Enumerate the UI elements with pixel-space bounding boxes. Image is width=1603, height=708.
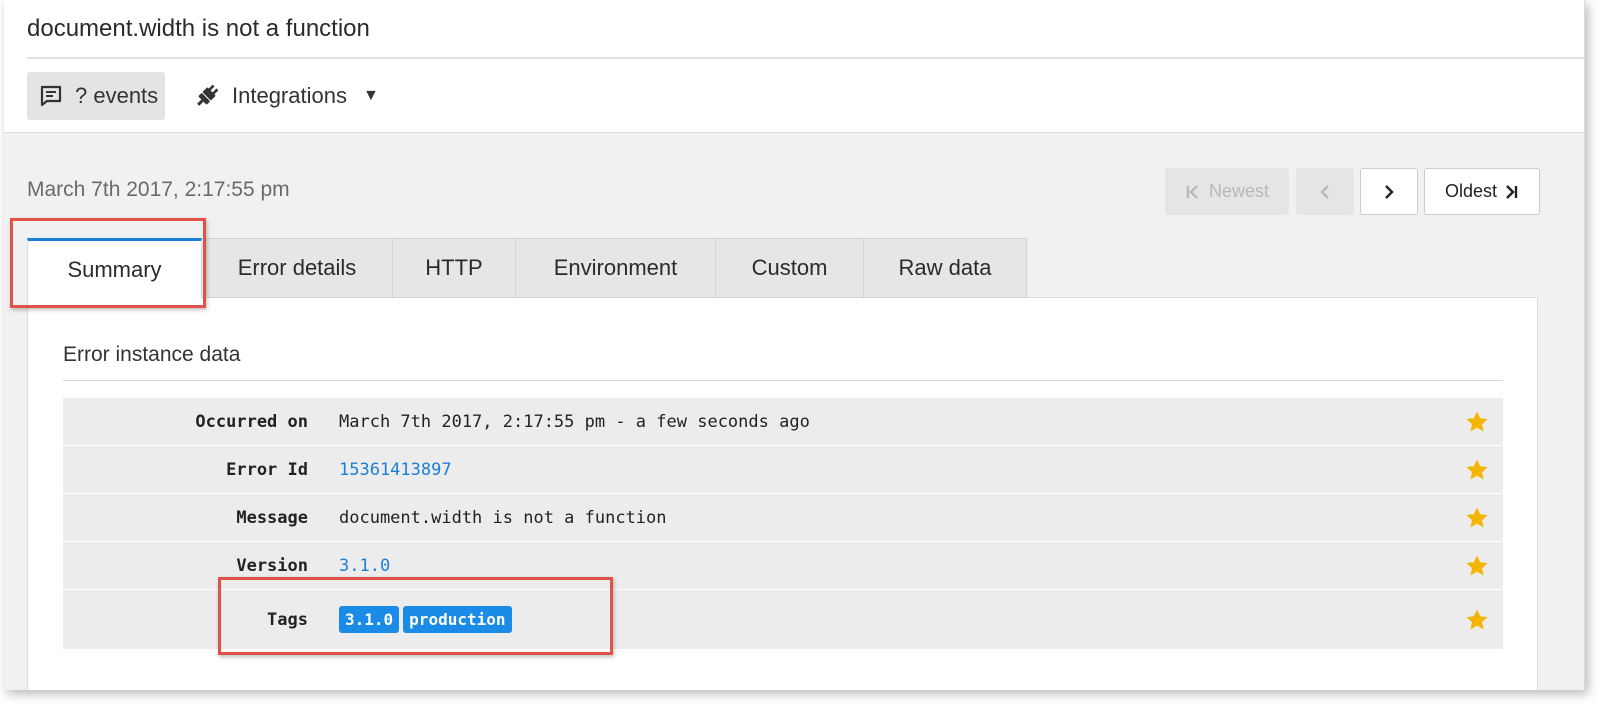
last-page-icon xyxy=(1506,184,1518,199)
row-key: Occurred on xyxy=(195,411,308,432)
star-icon[interactable] xyxy=(1465,608,1489,632)
star-icon[interactable] xyxy=(1465,554,1489,578)
tab-custom[interactable]: Custom xyxy=(716,238,864,298)
section-title: Error instance data xyxy=(63,343,241,366)
first-page-icon xyxy=(1186,184,1198,199)
table-row: Occurred on March 7th 2017, 2:17:55 pm -… xyxy=(63,398,1503,446)
error-id-link[interactable]: 15361413897 xyxy=(339,460,452,480)
oldest-button[interactable]: Oldest xyxy=(1424,168,1540,215)
tab-error-details[interactable]: Error details xyxy=(202,238,393,298)
row-value: March 7th 2017, 2:17:55 pm - a few secon… xyxy=(339,411,810,432)
star-icon[interactable] xyxy=(1465,458,1489,482)
header-divider xyxy=(27,57,1584,59)
star-icon[interactable] xyxy=(1465,410,1489,434)
highlight-summary-tab xyxy=(10,218,206,308)
event-date: March 7th 2017, 2:17:55 pm xyxy=(27,178,290,201)
newest-label: Newest xyxy=(1208,181,1270,201)
tab-http[interactable]: HTTP xyxy=(393,238,516,298)
row-value: document.width is not a function xyxy=(339,507,667,528)
table-row: Error Id 15361413897 xyxy=(63,446,1503,494)
events-button[interactable]: ? events xyxy=(27,72,165,120)
chevron-left-icon xyxy=(1320,184,1329,199)
tab-environment[interactable]: Environment xyxy=(516,238,716,298)
integrations-label: Integrations xyxy=(232,83,347,108)
header: document.width is not a function ? event… xyxy=(4,0,1584,133)
newest-button[interactable]: Newest xyxy=(1165,168,1289,215)
plug-icon xyxy=(197,84,219,106)
star-icon[interactable] xyxy=(1465,506,1489,530)
tab-raw-data[interactable]: Raw data xyxy=(864,238,1027,298)
previous-button[interactable] xyxy=(1296,168,1354,215)
highlight-tags-row xyxy=(218,577,613,655)
chevron-right-icon xyxy=(1385,184,1394,199)
integrations-dropdown[interactable]: Integrations ▼ xyxy=(194,72,379,120)
row-key: Version xyxy=(236,555,308,576)
comment-icon xyxy=(40,85,62,107)
page-title: document.width is not a function xyxy=(27,15,370,42)
next-button[interactable] xyxy=(1360,168,1418,215)
row-key: Error Id xyxy=(226,459,308,480)
version-link[interactable]: 3.1.0 xyxy=(339,556,390,576)
row-key: Message xyxy=(236,507,308,528)
table-row: Message document.width is not a function xyxy=(63,494,1503,542)
caret-down-icon: ▼ xyxy=(362,87,379,104)
events-label: ? events xyxy=(75,83,159,108)
oldest-label: Oldest xyxy=(1444,181,1498,201)
section-divider xyxy=(63,380,1503,381)
